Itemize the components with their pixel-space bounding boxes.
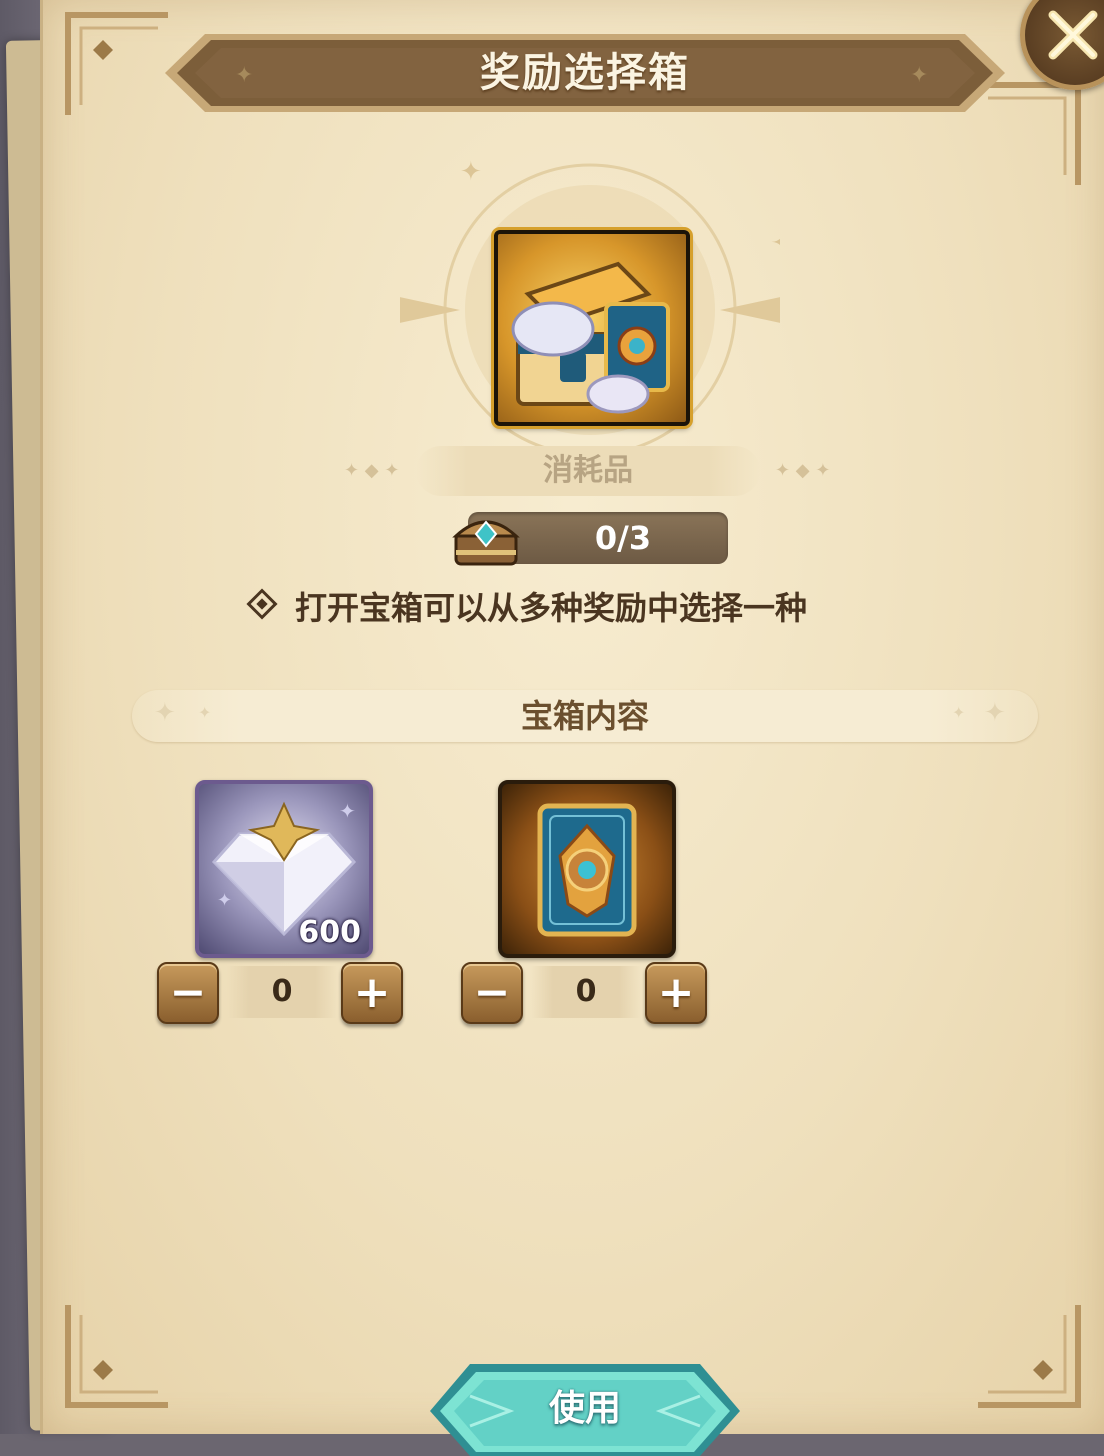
increase-button-card[interactable]: + [645,962,707,1024]
corner-ornament-top-left [63,10,173,120]
chest-count-value: 0/3 [594,519,652,557]
decrease-button-diamond[interactable]: − [157,962,219,1024]
decrease-button-card[interactable]: − [461,962,523,1024]
category-left-sparkle-icon: ✦ ◆ ✦ [344,460,400,481]
item-category-label: 消耗品 [416,446,760,496]
treasure-chest-icon [511,261,670,414]
svg-text:✦: ✦ [460,160,482,187]
chest-description-text: 打开宝箱可以从多种奖励中选择一种 [295,589,808,627]
category-right-sparkle-icon: ✦ ◆ ✦ [775,460,831,481]
bullet-diamond-icon [246,588,278,620]
dialog-title: 奖励选择箱 [480,50,690,96]
small-chest-icon [452,520,520,566]
minus-icon: − [169,967,207,1018]
reward-item-card[interactable] [498,780,676,958]
corner-ornament-bottom-left [63,1300,173,1410]
reward-amount-badge: 600 [298,915,361,950]
minus-icon: − [473,967,511,1018]
use-button[interactable]: 使用 [430,1356,740,1456]
featured-item-chest [494,230,690,426]
quantity-stepper-diamond: − 0 + [157,962,407,1024]
contents-section-header: ✦ ✦ ✦ ✦ 宝箱内容 [132,690,1038,742]
corner-ornament-bottom-right [973,1300,1083,1410]
plus-icon: + [353,967,391,1018]
increase-button-diamond[interactable]: + [341,962,403,1024]
svg-text:✦: ✦ [217,890,232,911]
quantity-value-card: 0 [531,966,641,1018]
card-back-icon [537,803,637,937]
contents-section-title: 宝箱内容 [520,697,649,735]
svg-text:✦: ✦ [339,799,356,823]
svg-text:✦: ✦ [770,223,780,264]
chest-description: 打开宝箱可以从多种奖励中选择一种 [245,585,945,631]
quantity-stepper-card: − 0 + [461,962,711,1024]
close-icon [1048,10,1098,60]
plus-icon: + [657,967,695,1018]
reward-item-diamond[interactable]: ✦ ✦ 600 [195,780,373,958]
title-bar: ✦ ✦ 奖励选择箱 [165,30,1005,116]
quantity-value-diamond: 0 [227,966,337,1018]
